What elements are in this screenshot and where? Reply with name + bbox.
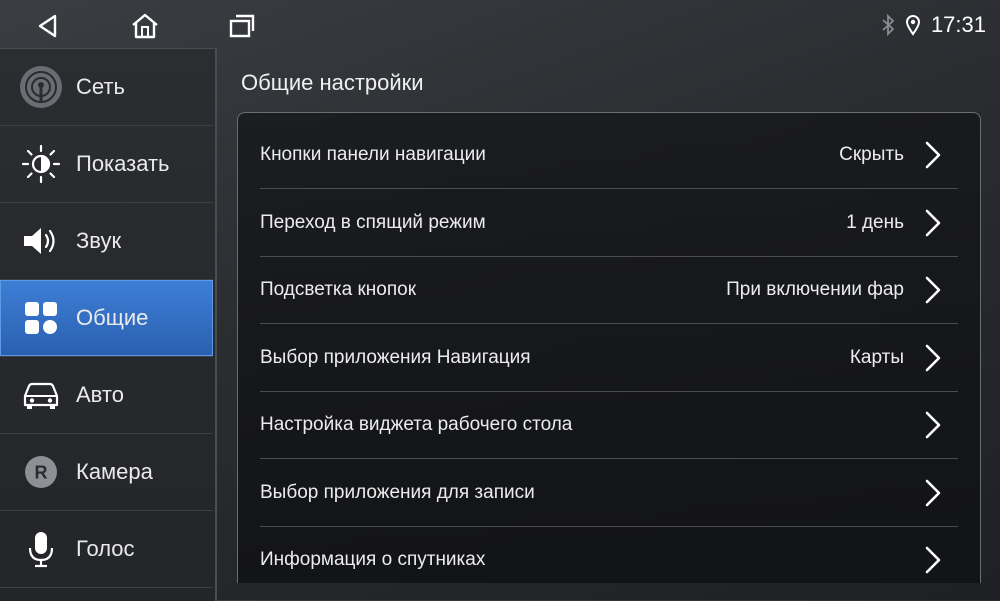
clock: 17:31: [930, 12, 986, 37]
general-grid-icon: [18, 295, 64, 341]
sidebar-item-voice[interactable]: Голос: [0, 511, 213, 588]
setting-row-button-backlight[interactable]: Подсветка кнопок При включении фар: [260, 256, 958, 324]
status-bar: 17:31: [0, 0, 1000, 48]
svg-text:R: R: [35, 463, 48, 483]
setting-value: 1 день: [846, 211, 904, 233]
sidebar-item-display[interactable]: Показать: [0, 126, 213, 203]
sidebar-item-label: Голос: [76, 536, 135, 561]
sidebar-item-label: Звук: [76, 228, 122, 253]
setting-row-navigation-app[interactable]: Выбор приложения Навигация Карты: [260, 324, 958, 392]
speaker-icon: [18, 218, 64, 264]
car-icon: [18, 372, 64, 418]
page-title: Общие настройки: [241, 70, 424, 95]
setting-value: При включении фар: [726, 278, 904, 300]
chevron-right-icon: [922, 140, 944, 170]
camera-r-icon: R: [18, 449, 64, 495]
sidebar-item-auto[interactable]: Авто: [0, 357, 213, 434]
chevron-right-icon: [922, 410, 944, 440]
chevron-right-icon: [922, 208, 944, 238]
chevron-right-icon: [922, 275, 944, 305]
recents-icon: [229, 14, 255, 38]
setting-label: Выбор приложения Навигация: [260, 346, 531, 368]
home-icon: [132, 13, 158, 39]
setting-row-satellite-info[interactable]: Информация о спутниках: [260, 526, 958, 583]
sidebar-item-label: Авто: [76, 382, 124, 407]
setting-label: Выбор приложения для записи: [260, 481, 535, 503]
setting-label: Настройка виджета рабочего стола: [260, 413, 573, 435]
setting-value: Карты: [849, 346, 904, 368]
setting-row-nav-buttons[interactable]: Кнопки панели навигации Скрыть: [260, 121, 958, 189]
sidebar: Сеть Показать Звук Общие Авто R Камера Г…: [0, 48, 217, 601]
microphone-icon: [18, 526, 64, 572]
recents-button[interactable]: [224, 8, 260, 44]
sidebar-item-label: Камера: [76, 459, 153, 484]
sidebar-item-network[interactable]: Сеть: [0, 49, 213, 126]
sidebar-item-label: Сеть: [76, 74, 125, 99]
status-indicators: 17:31: [881, 10, 986, 40]
chevron-right-icon: [922, 343, 944, 373]
location-icon: [905, 15, 920, 36]
back-button[interactable]: [30, 8, 66, 44]
home-button[interactable]: [127, 8, 163, 44]
brightness-icon: [18, 141, 64, 187]
back-icon: [38, 14, 57, 38]
setting-value: Скрыть: [839, 143, 904, 165]
sidebar-item-sound[interactable]: Звук: [0, 203, 213, 280]
setting-label: Подсветка кнопок: [260, 278, 417, 300]
setting-row-recording-app[interactable]: Выбор приложения для записи: [260, 459, 958, 527]
setting-row-sleep-mode[interactable]: Переход в спящий режим 1 день: [260, 189, 958, 257]
sidebar-item-label: Общие: [76, 305, 149, 330]
setting-label: Кнопки панели навигации: [260, 143, 486, 165]
chevron-right-icon: [922, 478, 944, 508]
settings-list: Кнопки панели навигации Скрыть Переход в…: [237, 112, 981, 583]
setting-label: Переход в спящий режим: [260, 211, 486, 233]
setting-label: Информация о спутниках: [260, 548, 486, 570]
sidebar-item-camera[interactable]: R Камера: [0, 434, 213, 511]
network-icon: [18, 64, 64, 110]
setting-row-desktop-widget[interactable]: Настройка виджета рабочего стола: [260, 391, 958, 459]
sidebar-item-label: Показать: [76, 151, 170, 176]
chevron-right-icon: [922, 545, 944, 575]
sidebar-item-general[interactable]: Общие: [0, 280, 213, 357]
bluetooth-icon: [882, 14, 895, 36]
